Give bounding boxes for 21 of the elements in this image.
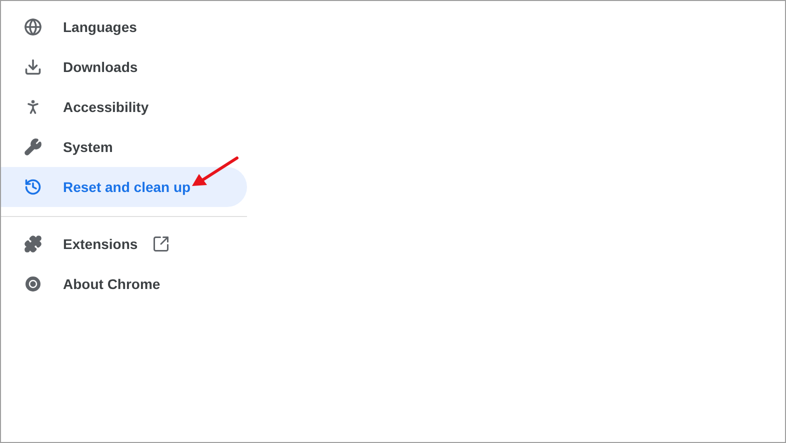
sidebar-item[interactable]: Reset and clean up	[1, 167, 247, 207]
item-label: Extensions	[63, 234, 138, 254]
sidebar-item[interactable]: About Chrome	[1, 264, 247, 304]
item-label: About Chrome	[63, 274, 160, 294]
wrench-icon	[24, 138, 42, 156]
sidebar-item[interactable]: Extensions	[1, 224, 247, 264]
sidebar-item[interactable]: Languages	[1, 7, 247, 47]
sidebar-item[interactable]: Accessibility	[1, 87, 247, 127]
item-label: Languages	[63, 18, 137, 37]
sidebar-item[interactable]: Downloads	[1, 47, 247, 87]
sidebar-item[interactable]: System	[1, 127, 247, 167]
chrome-logo-icon	[24, 275, 42, 293]
item-label: Downloads	[63, 58, 138, 76]
download-icon	[24, 58, 42, 76]
item-label: Accessibility	[63, 98, 149, 117]
item-label: System	[63, 138, 113, 157]
globe-icon	[24, 18, 42, 36]
annotation-arrow	[189, 155, 241, 189]
puzzle-icon	[24, 235, 42, 253]
item-label: Reset and clean up	[63, 178, 191, 197]
history-icon	[24, 178, 42, 196]
